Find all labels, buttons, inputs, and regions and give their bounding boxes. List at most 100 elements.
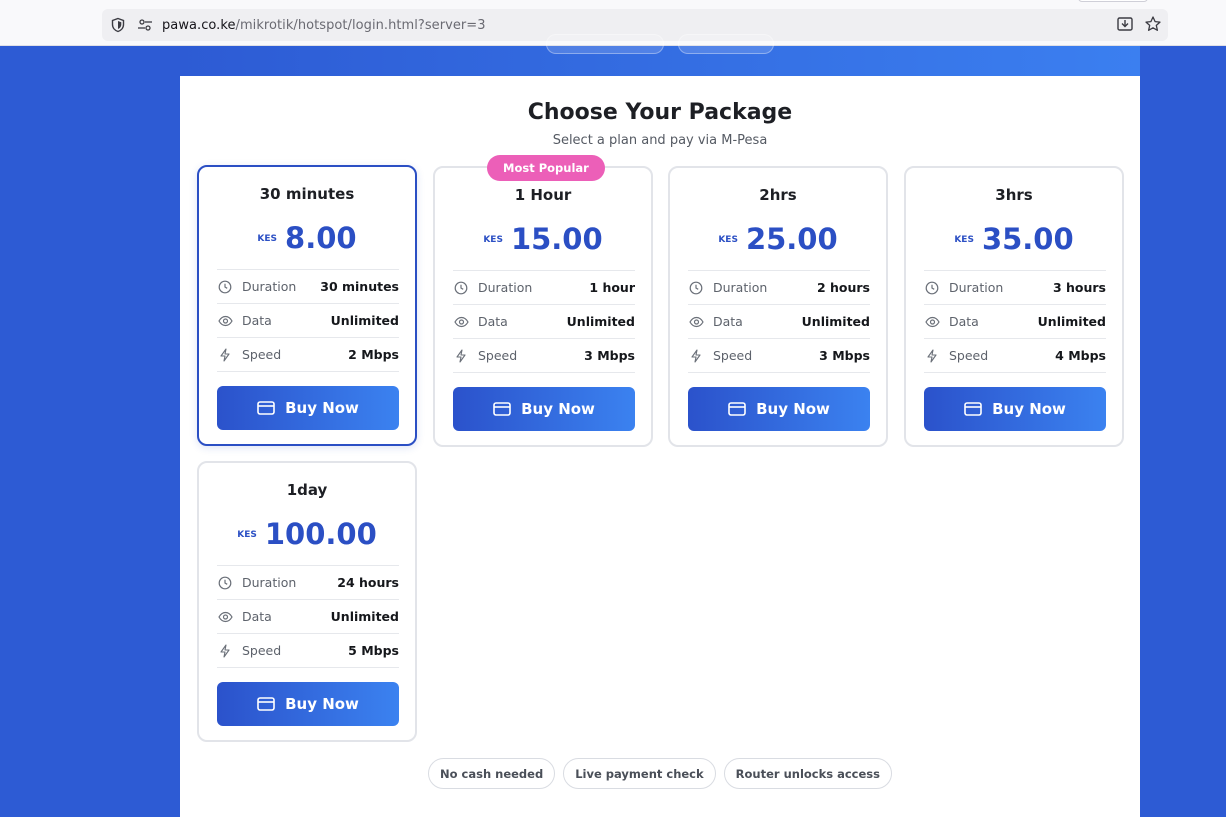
- package-card[interactable]: 30 minutes KES 8.00 Duration 30 minutes …: [197, 165, 417, 446]
- spec-label: Data: [713, 314, 743, 329]
- price-currency: KES: [237, 530, 257, 540]
- package-price: KES 25.00: [670, 222, 886, 256]
- spec-data: Data Unlimited: [217, 600, 399, 634]
- package-price: KES 8.00: [199, 221, 415, 255]
- spec-speed: Speed 5 Mbps: [217, 634, 399, 668]
- clock-icon: [453, 280, 469, 296]
- spec-value: Unlimited: [566, 314, 635, 329]
- hero-pill: [678, 34, 774, 54]
- package-specs: Duration 1 hour Data Unlimited Speed 3 M…: [453, 270, 635, 373]
- lightning-icon: [453, 348, 469, 364]
- buy-now-button[interactable]: Buy Now: [453, 387, 635, 431]
- clock-icon: [217, 279, 233, 295]
- buy-now-label: Buy Now: [285, 695, 359, 713]
- spec-label: Speed: [242, 347, 282, 362]
- buy-now-label: Buy Now: [285, 399, 359, 417]
- buy-now-button[interactable]: Buy Now: [217, 682, 399, 726]
- bookmark-star-icon[interactable]: [1144, 15, 1162, 33]
- spec-label: Data: [478, 314, 508, 329]
- spec-value: 2 hours: [816, 280, 870, 295]
- spec-value: 5 Mbps: [348, 643, 399, 658]
- shield-icon[interactable]: [109, 16, 127, 34]
- price-amount: 100.00: [264, 517, 377, 551]
- eye-icon: [924, 314, 940, 330]
- spec-value: 2 Mbps: [348, 347, 399, 362]
- download-icon[interactable]: [1116, 15, 1134, 33]
- url-path: /mikrotik/hotspot/login.html?server=3: [235, 17, 486, 33]
- spec-label: Speed: [713, 348, 753, 363]
- buy-now-button[interactable]: Buy Now: [217, 386, 399, 430]
- site-permissions-icon[interactable]: [136, 16, 154, 34]
- spec-data: Data Unlimited: [217, 304, 399, 338]
- credit-card-icon: [257, 697, 275, 711]
- eye-icon: [688, 314, 704, 330]
- spec-value: 3 Mbps: [584, 348, 635, 363]
- url-text[interactable]: pawa.co.ke/mikrotik/hotspot/login.html?s…: [162, 18, 486, 33]
- spec-speed: Speed 4 Mbps: [924, 339, 1106, 373]
- url-host: pawa.co.ke: [162, 17, 236, 33]
- spec-label: Data: [242, 313, 272, 328]
- spec-value: 24 hours: [337, 575, 399, 590]
- spec-label: Duration: [478, 280, 533, 295]
- package-card[interactable]: 1day KES 100.00 Duration 24 hours Data U…: [197, 461, 417, 742]
- spec-label: Data: [949, 314, 979, 329]
- package-specs: Duration 30 minutes Data Unlimited Speed…: [217, 269, 399, 372]
- spec-label: Speed: [949, 348, 989, 363]
- spec-label: Speed: [478, 348, 518, 363]
- spec-speed: Speed 2 Mbps: [217, 338, 399, 372]
- credit-card-icon: [257, 401, 275, 415]
- package-card[interactable]: 3hrs KES 35.00 Duration 3 hours Data Unl…: [904, 166, 1124, 447]
- page-subtitle: Select a plan and pay via M-Pesa: [552, 133, 768, 148]
- package-name: 1 Hour: [514, 186, 572, 204]
- package-price: KES 100.00: [199, 517, 415, 551]
- price-currency: KES: [954, 235, 974, 245]
- eye-icon: [453, 314, 469, 330]
- price-amount: 15.00: [510, 222, 603, 256]
- package-card[interactable]: 1 Hour KES 15.00 Duration 1 hour Data Un…: [433, 155, 653, 447]
- chip-live-payment: Live payment check: [563, 758, 716, 789]
- spec-label: Duration: [713, 280, 768, 295]
- package-card[interactable]: 2hrs KES 25.00 Duration 2 hours Data Unl…: [668, 166, 888, 447]
- lightning-icon: [688, 348, 704, 364]
- eye-icon: [217, 313, 233, 329]
- spec-data: Data Unlimited: [688, 305, 870, 339]
- feature-chips: No cash needed Live payment check Router…: [180, 758, 1140, 789]
- spec-duration: Duration 1 hour: [453, 271, 635, 305]
- most-popular-badge: Most Popular: [487, 155, 605, 181]
- clock-icon: [924, 280, 940, 296]
- price-amount: 25.00: [745, 222, 838, 256]
- price-amount: 8.00: [285, 221, 357, 255]
- packages-panel: Choose Your Package Select a plan and pa…: [180, 76, 1140, 817]
- package-specs: Duration 3 hours Data Unlimited Speed 4 …: [924, 270, 1106, 373]
- price-currency: KES: [257, 234, 278, 244]
- package-specs: Duration 24 hours Data Unlimited Speed 5…: [217, 565, 399, 668]
- spec-duration: Duration 24 hours: [217, 566, 399, 600]
- spec-value: Unlimited: [330, 609, 399, 624]
- buy-now-label: Buy Now: [992, 400, 1066, 418]
- spec-value: 3 Mbps: [819, 348, 870, 363]
- spec-label: Speed: [242, 643, 282, 658]
- spec-label: Duration: [949, 280, 1004, 295]
- package-name: 30 minutes: [259, 185, 355, 203]
- spec-speed: Speed 3 Mbps: [688, 339, 870, 373]
- package-price: KES 35.00: [906, 222, 1122, 256]
- spec-value: Unlimited: [801, 314, 870, 329]
- buy-now-label: Buy Now: [521, 400, 595, 418]
- price-currency: KES: [718, 235, 738, 245]
- chip-router-unlocks: Router unlocks access: [723, 758, 892, 789]
- hero-pill: [546, 34, 664, 54]
- package-name: 3hrs: [995, 186, 1033, 204]
- package-name: 2hrs: [759, 186, 797, 204]
- package-specs: Duration 2 hours Data Unlimited Speed 3 …: [688, 270, 870, 373]
- hero-band: [180, 34, 1140, 76]
- credit-card-icon: [728, 402, 746, 416]
- buy-now-button[interactable]: Buy Now: [924, 387, 1106, 431]
- browser-tab-edge: [1078, 0, 1148, 2]
- package-price: KES 15.00: [435, 222, 651, 256]
- clock-icon: [688, 280, 704, 296]
- clock-icon: [217, 575, 233, 591]
- buy-now-button[interactable]: Buy Now: [688, 387, 870, 431]
- spec-value: Unlimited: [1037, 314, 1106, 329]
- eye-icon: [217, 609, 233, 625]
- lightning-icon: [924, 348, 940, 364]
